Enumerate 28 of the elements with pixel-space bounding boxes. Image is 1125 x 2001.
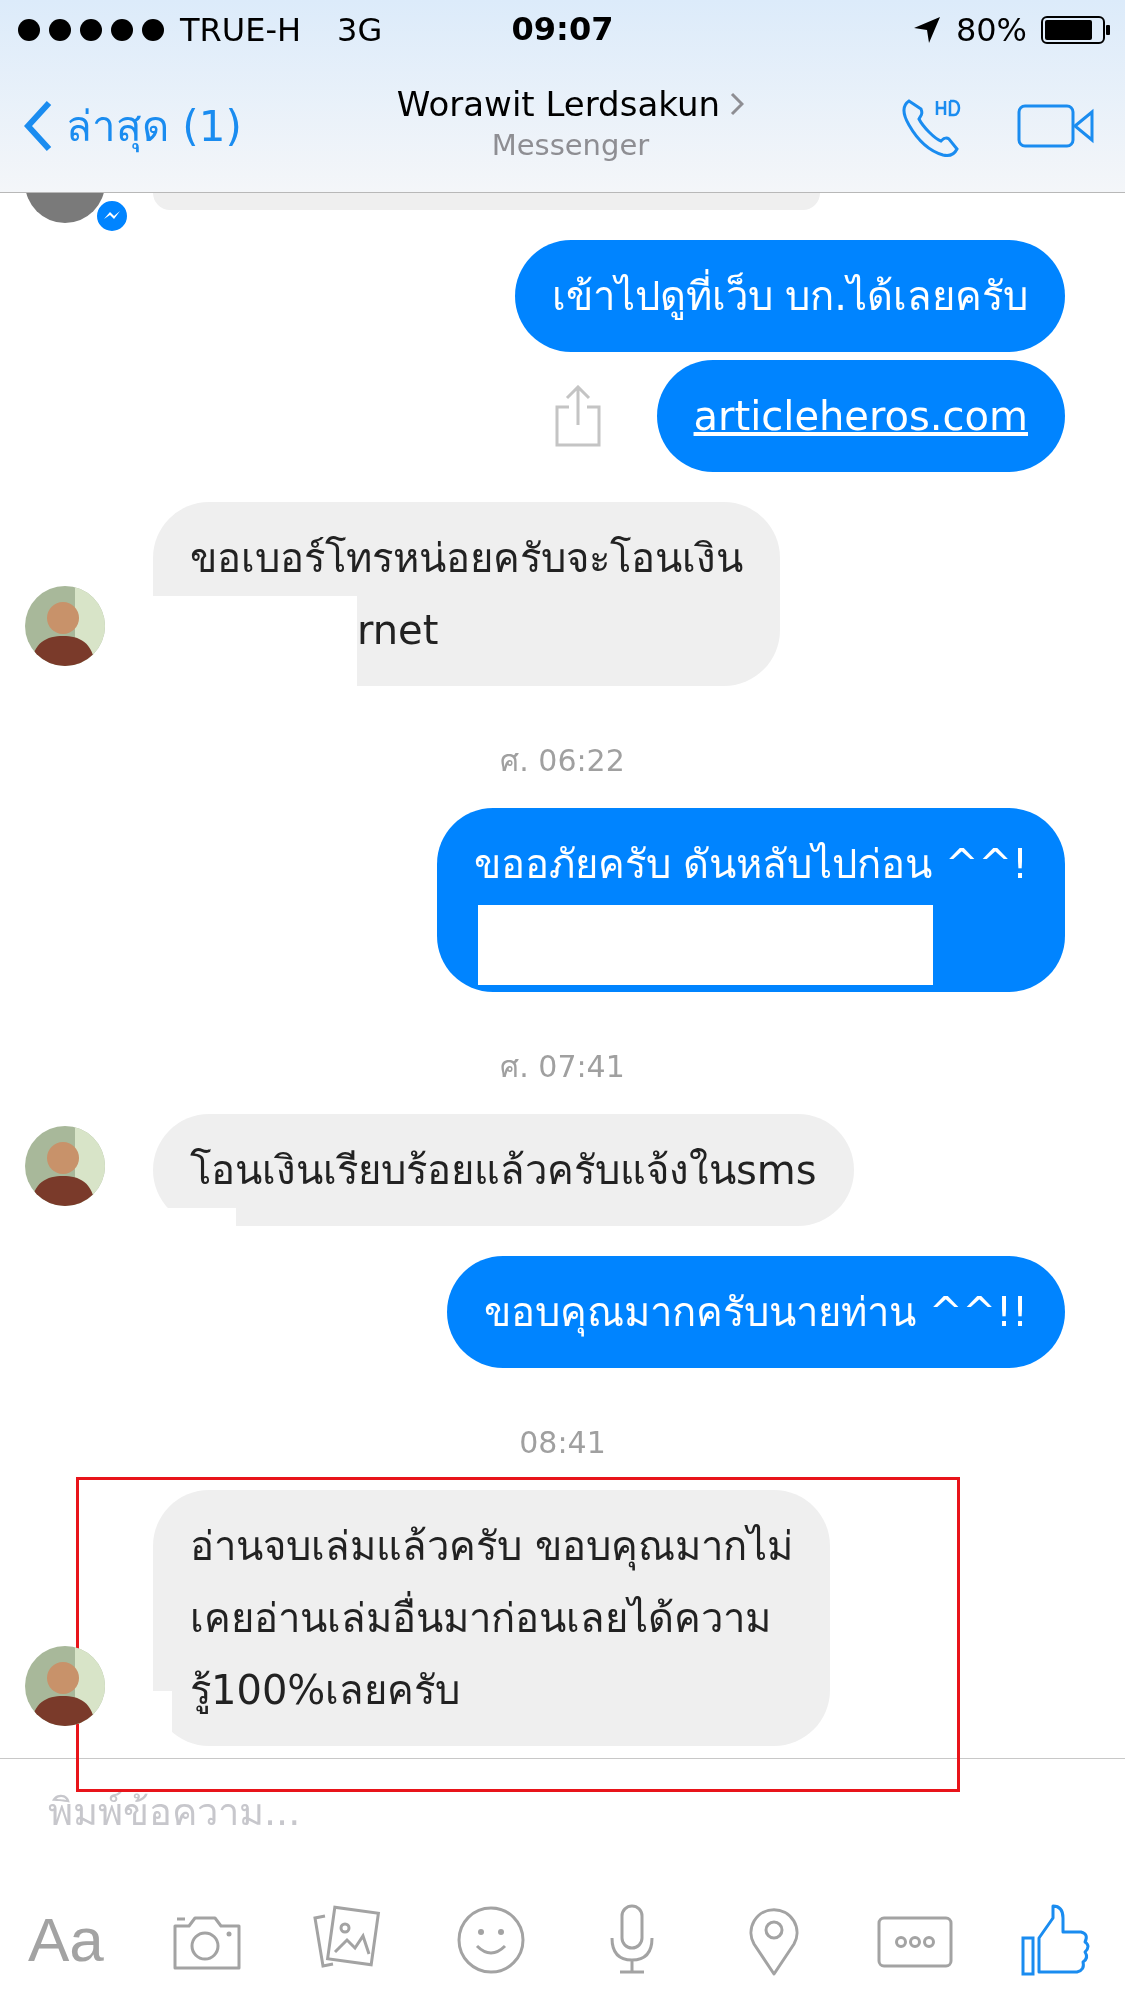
- text-style-button[interactable]: Aa: [28, 1904, 104, 1975]
- back-button[interactable]: ล่าสุด (1): [24, 93, 242, 159]
- message-text: อ่านจบเล่มแล้วครับ ขอบคุณมากไม่: [190, 1522, 793, 1573]
- timestamp: 08:41: [518, 1424, 607, 1462]
- message-text: rnet: [356, 606, 440, 655]
- message-text: โอนเงินเรียบร้อยแล้วครับแจ้งในsms: [190, 1146, 817, 1195]
- message-text: ขออภัยครับ ดันหลับไปก่อน ^^!: [473, 840, 1028, 889]
- signal-icon: [18, 19, 166, 41]
- message-text: รู้100%เลยครับ: [190, 1666, 462, 1716]
- network-label: 3G: [337, 11, 383, 49]
- timestamp: ศ. 07:41: [499, 1048, 626, 1086]
- carrier-label: TRUE-H: [180, 11, 302, 49]
- message-text: ขอบคุณมากครับนายท่าน ^^!!: [484, 1288, 1028, 1339]
- clock-time: 09:07: [511, 10, 614, 48]
- video-camera-icon[interactable]: [1017, 104, 1095, 148]
- message-text: เคยอ่านเล่มอื่นมาก่อนเลยได้ความ: [190, 1582, 793, 1654]
- battery-icon: [1041, 15, 1111, 45]
- chevron-right-icon: [730, 92, 744, 116]
- message-text: เข้าไปดูที่เว็บ บก.ได้เลยครับ: [551, 260, 1028, 332]
- timestamp: ศ. 06:22: [499, 742, 626, 780]
- chevron-left-icon: [24, 100, 52, 152]
- messenger-badge-icon: [95, 199, 129, 233]
- contact-name[interactable]: Worawit Lerdsakun: [396, 84, 720, 124]
- link[interactable]: articleheros.com: [693, 380, 1028, 452]
- message-text: ขอเบอร์โทรหน่อยครับจะโอนเงิน: [190, 534, 743, 583]
- battery-percent: 80%: [955, 11, 1027, 49]
- message-input[interactable]: พิมพ์ข้อความ...: [0, 1790, 948, 1834]
- subtitle: Messenger: [491, 128, 650, 162]
